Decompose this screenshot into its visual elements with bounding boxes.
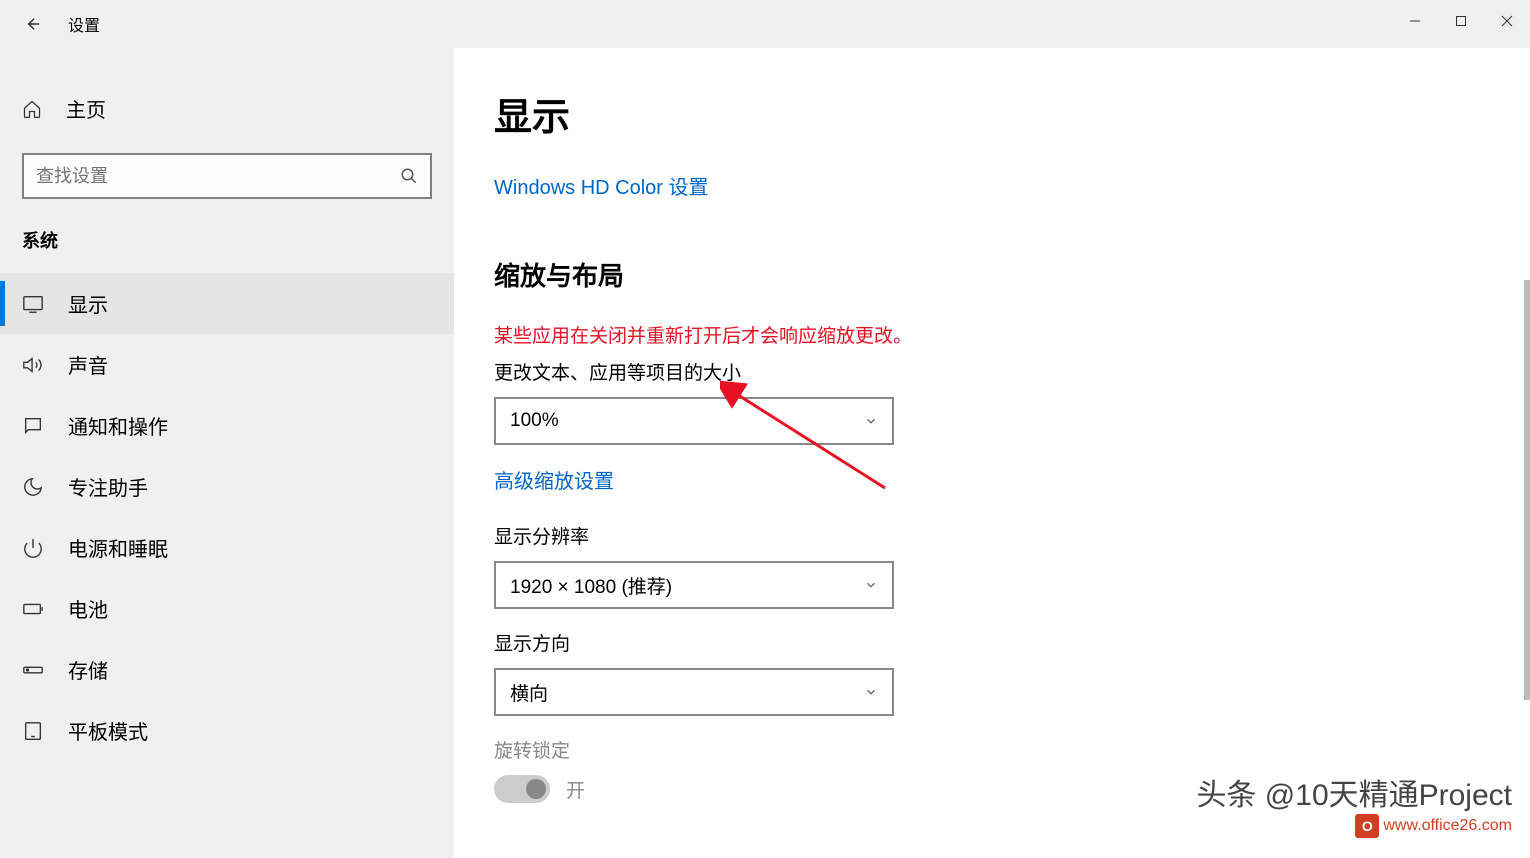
nav-item-label: 通知和操作 — [68, 411, 168, 440]
home-button[interactable]: 主页 — [0, 82, 454, 135]
resolution-dropdown[interactable]: 1920 × 1080 (推荐) — [494, 561, 894, 609]
sidebar: 主页 系统 显示 声音 通知和操作 专注助手 电源和睡眠 电池 — [0, 48, 454, 858]
sound-icon — [22, 354, 44, 376]
search-box[interactable] — [22, 153, 432, 199]
nav-item-tablet[interactable]: 平板模式 — [0, 700, 454, 761]
chevron-down-icon — [864, 414, 878, 428]
maximize-icon — [1455, 15, 1467, 27]
orientation-value: 横向 — [510, 679, 548, 706]
watermark-url: www.office26.com — [1383, 817, 1512, 834]
nav-item-label: 电池 — [68, 594, 108, 623]
nav-item-sound[interactable]: 声音 — [0, 334, 454, 395]
scale-section-heading: 缩放与布局 — [494, 256, 1490, 293]
watermark-line2-row: Owww.office26.com — [1196, 814, 1512, 838]
nav-item-focus[interactable]: 专注助手 — [0, 456, 454, 517]
rotation-lock-state: 开 — [566, 776, 585, 803]
resolution-value: 1920 × 1080 (推荐) — [510, 572, 672, 599]
nav-item-label: 平板模式 — [68, 716, 148, 745]
focus-icon — [22, 476, 44, 498]
maximize-button[interactable] — [1438, 0, 1484, 42]
window-title: 设置 — [68, 12, 100, 36]
nav-item-label: 电源和睡眠 — [68, 533, 168, 562]
search-icon — [400, 167, 418, 185]
scale-dropdown[interactable]: 100% — [494, 397, 894, 445]
nav-item-power[interactable]: 电源和睡眠 — [0, 517, 454, 578]
nav-item-battery[interactable]: 电池 — [0, 578, 454, 639]
window-controls — [1392, 0, 1530, 42]
home-label: 主页 — [66, 94, 106, 123]
orientation-dropdown[interactable]: 横向 — [494, 668, 894, 716]
search-input[interactable] — [36, 166, 400, 187]
toggle-knob — [526, 779, 546, 799]
watermark-line1: 头条 @10天精通Project — [1196, 770, 1512, 814]
content-area: 显示 Windows HD Color 设置 缩放与布局 某些应用在关闭并重新打… — [454, 48, 1530, 858]
scale-label: 更改文本、应用等项目的大小 — [494, 358, 1490, 385]
notifications-icon — [22, 415, 44, 437]
nav-item-storage[interactable]: 存储 — [0, 639, 454, 700]
back-arrow-icon — [25, 15, 43, 33]
hd-color-link[interactable]: Windows HD Color 设置 — [494, 171, 708, 200]
rotation-lock-toggle[interactable] — [494, 775, 550, 803]
home-icon — [22, 99, 42, 119]
scrollbar[interactable] — [1524, 280, 1530, 700]
nav-list: 显示 声音 通知和操作 专注助手 电源和睡眠 电池 存储 平板模式 — [0, 273, 454, 761]
display-icon — [22, 293, 44, 315]
resolution-label: 显示分辨率 — [494, 522, 1490, 549]
back-button[interactable] — [18, 8, 50, 40]
chevron-down-icon — [864, 685, 878, 699]
minimize-icon — [1409, 15, 1421, 27]
nav-item-display[interactable]: 显示 — [0, 273, 454, 334]
nav-item-notifications[interactable]: 通知和操作 — [0, 395, 454, 456]
orientation-label: 显示方向 — [494, 629, 1490, 656]
battery-icon — [22, 598, 44, 620]
page-title: 显示 — [494, 86, 1490, 141]
scale-value: 100% — [510, 410, 559, 432]
titlebar: 设置 — [0, 0, 1530, 48]
watermark-badge: O — [1355, 814, 1379, 838]
storage-icon — [22, 659, 44, 681]
rotation-lock-label: 旋转锁定 — [494, 736, 1490, 763]
watermark: 头条 @10天精通Project Owww.office26.com — [1196, 770, 1512, 838]
sidebar-section-label: 系统 — [22, 227, 432, 253]
close-button[interactable] — [1484, 0, 1530, 42]
nav-item-label: 存储 — [68, 655, 108, 684]
chevron-down-icon — [864, 578, 878, 592]
advanced-scaling-link[interactable]: 高级缩放设置 — [494, 465, 614, 494]
minimize-button[interactable] — [1392, 0, 1438, 42]
close-icon — [1501, 15, 1513, 27]
power-icon — [22, 537, 44, 559]
nav-item-label: 专注助手 — [68, 472, 148, 501]
scale-warning: 某些应用在关闭并重新打开后才会响应缩放更改。 — [494, 321, 1490, 348]
nav-item-label: 显示 — [68, 289, 108, 318]
tablet-icon — [22, 720, 44, 742]
nav-item-label: 声音 — [68, 350, 108, 379]
